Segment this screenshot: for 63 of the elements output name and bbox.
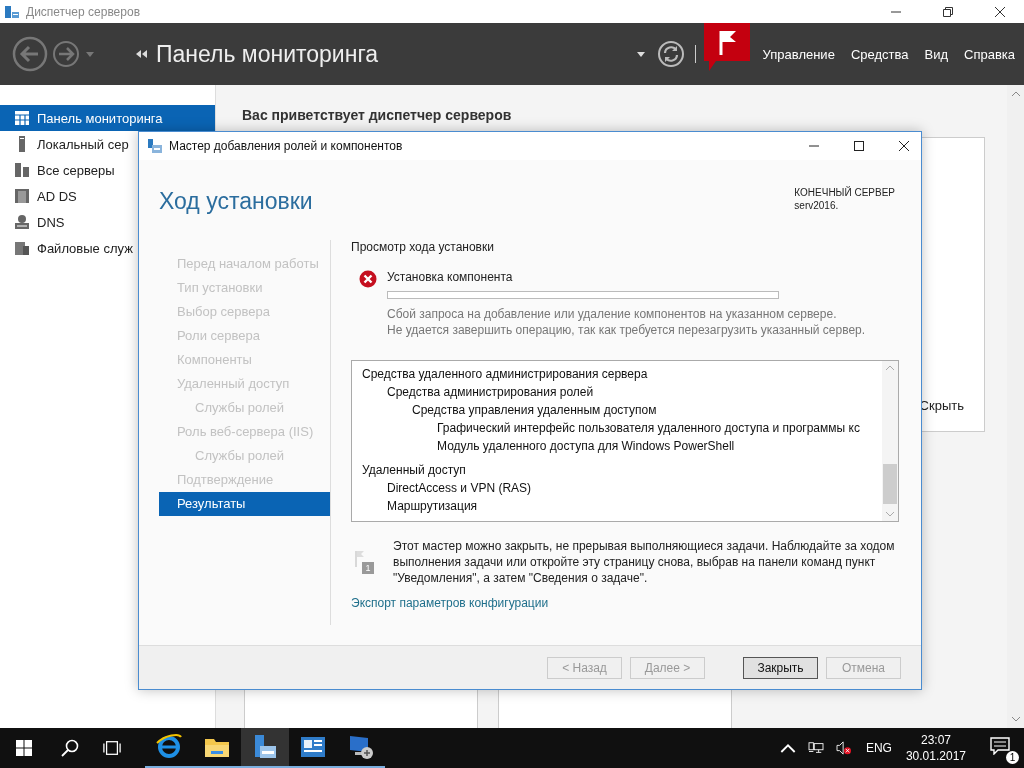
taskbar-app[interactable]: [241, 728, 289, 768]
scroll-down-icon[interactable]: [1011, 717, 1020, 722]
target-server-name: serv2016.: [794, 199, 839, 212]
wizard-step[interactable]: Результаты: [159, 492, 330, 516]
feature-item: Маршрутизация: [386, 498, 479, 515]
wizard-button[interactable]: Закрыть: [743, 656, 818, 679]
remote-desktop-icon: [347, 733, 375, 761]
dashboard-icon: [14, 110, 30, 126]
breadcrumb-arrows-icon: [136, 50, 148, 58]
restore-icon[interactable]: [942, 5, 954, 18]
scrollbar[interactable]: [882, 361, 898, 521]
refresh-icon[interactable]: [656, 40, 685, 68]
section-title: Просмотр хода установки: [351, 240, 495, 254]
browser-icon: [155, 733, 183, 761]
dialog-title: Мастер добавления ролей и компонентов: [169, 139, 403, 153]
search-icon[interactable]: [61, 739, 79, 757]
feature-item: Графический интерфейс пользователя удаленного доступа и программы кс: [436, 420, 861, 437]
scroll-up-icon[interactable]: [1011, 91, 1020, 96]
menu-item[interactable]: Средства: [850, 46, 909, 62]
window-title: Диспетчер серверов: [26, 4, 141, 19]
volume-muted-icon[interactable]: [835, 741, 852, 755]
clock[interactable]: 23:07 30.01.2017: [905, 732, 966, 764]
directory-icon: [14, 188, 30, 204]
scroll-thumb[interactable]: [883, 464, 897, 504]
close-icon[interactable]: [994, 5, 1006, 18]
target-server-label: КОНЕЧНЫЙ СЕРВЕР: [794, 186, 895, 199]
notification-count: 1: [1006, 751, 1019, 764]
wizard-heading: Ход установки: [159, 188, 313, 215]
language-indicator[interactable]: ENG: [865, 741, 892, 755]
notification-flag-icon[interactable]: [703, 23, 750, 71]
menu-item[interactable]: Справка: [964, 46, 1015, 62]
feature-item: Удаленный доступ: [362, 462, 467, 479]
status-message: Сбой запроса на добавление или удаление компонентов на указанном сервере.: [387, 306, 838, 322]
feature-item: Средства удаленного администрирования сервера: [362, 366, 649, 383]
sidebar-item[interactable]: Все серверы: [0, 157, 215, 183]
welcome-heading: Вас приветствует диспетчер серверов: [242, 107, 513, 123]
file-server-icon: [14, 240, 30, 256]
page-title: Панель мониторинга: [156, 40, 379, 68]
app-icon: [4, 3, 20, 20]
feature-item: Средства администрирования ролей: [386, 384, 595, 401]
start-icon[interactable]: [16, 740, 32, 756]
back-icon[interactable]: [12, 36, 48, 72]
info-text: Этот мастер можно закрыть, не прерывая выполняющиеся задачи. Наблюдайте за ходом выполнения задачи или откройте эту страницу снова, выбрав на панели команд пункт "Уведомления", а затем "Сведения о задаче".: [393, 538, 896, 586]
maximize-icon[interactable]: [853, 140, 865, 152]
sidebar-item[interactable]: Панель мониторинга: [0, 105, 215, 131]
caret-icon[interactable]: [636, 51, 645, 57]
forward-icon[interactable]: [52, 40, 80, 68]
feature-item: Модуль удаленного доступа для Windows PowerShell: [436, 438, 736, 455]
wizard-icon: [147, 138, 163, 154]
dns-icon: [14, 214, 30, 230]
task-view-icon[interactable]: [103, 739, 121, 757]
status-message: Не удается завершить операцию, так как требуется перезагрузить указанный сервер.: [387, 322, 866, 338]
export-link[interactable]: Экспорт параметров конфигурации: [351, 596, 549, 610]
feature-item: DirectAccess и VPN (RAS): [386, 480, 533, 497]
servers-icon: [14, 162, 30, 178]
task-label: Установка компонента: [387, 270, 514, 284]
scrollbar[interactable]: [1007, 85, 1024, 728]
menu-item[interactable]: Управление: [762, 46, 835, 62]
feature-item: Средства управления удаленным доступом: [411, 402, 658, 419]
notifications-icon[interactable]: [990, 737, 1010, 755]
network-icon[interactable]: [807, 741, 824, 755]
menu-item[interactable]: Вид: [924, 46, 948, 62]
close-icon[interactable]: [898, 140, 910, 152]
